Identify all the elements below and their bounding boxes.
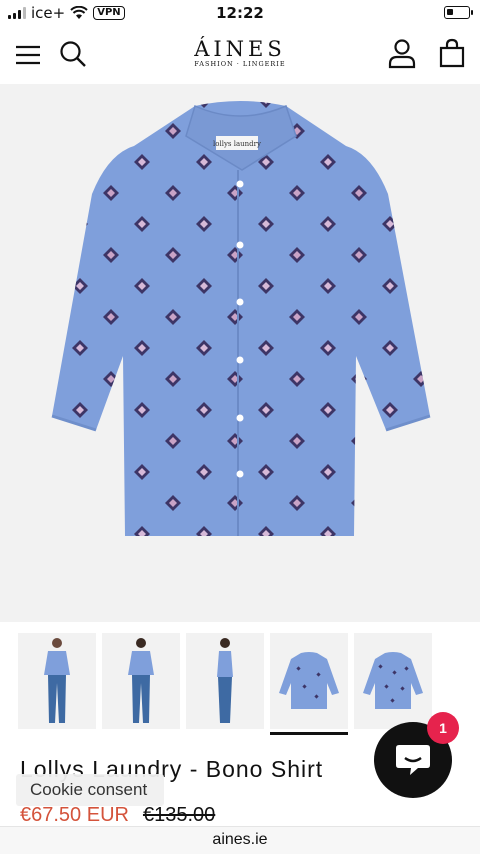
product-image[interactable]: lollys laundry [0, 84, 480, 622]
thumbnail-side-model[interactable] [186, 633, 264, 729]
thumbnail-gallery [18, 633, 432, 735]
site-header: ÁINES FASHION · LINGERIE [0, 28, 480, 84]
cookie-consent-button[interactable]: Cookie consent [16, 774, 164, 806]
shirt-illustration: lollys laundry [51, 101, 431, 536]
thumbnail-flat-front[interactable] [270, 633, 348, 735]
thumbnail-front-model[interactable] [18, 633, 96, 729]
chat-bubble-icon [396, 745, 430, 775]
chat-notification-badge: 1 [427, 712, 459, 744]
status-time: 12:22 [216, 4, 264, 22]
thumbnail-back-model[interactable] [102, 633, 180, 729]
battery-icon [444, 6, 473, 19]
cart-icon[interactable] [437, 37, 467, 69]
status-bar: ice+ VPN 12:22 [0, 0, 480, 28]
browser-url-bar[interactable]: aines.ie [0, 826, 480, 854]
thumbnail-flat-back[interactable] [354, 633, 432, 729]
price-row: €67.50 EUR €135.00 [20, 804, 215, 827]
sale-price: €67.50 EUR [20, 804, 129, 826]
shirt-label-text: lollys laundry [213, 140, 261, 148]
account-icon[interactable] [386, 38, 418, 70]
original-price: €135.00 [142, 804, 216, 826]
